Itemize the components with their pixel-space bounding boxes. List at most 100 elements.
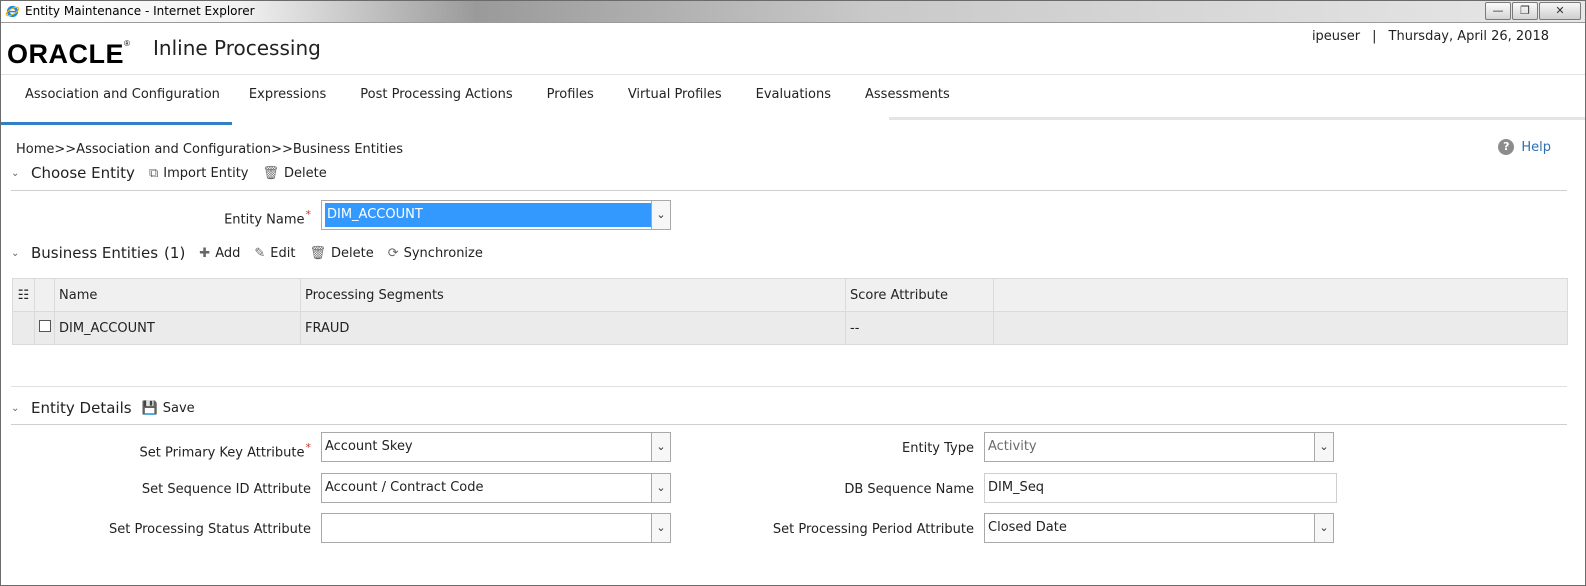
table-header-row: ☷ Name Processing Segments Score Attribu… xyxy=(12,278,1568,312)
processing-period-label: Set Processing Period Attribute xyxy=(772,522,974,537)
entity-name-label: Entity Name* xyxy=(224,208,311,228)
edit-label: Edit xyxy=(270,245,296,261)
floppy-disk-icon: 💾 xyxy=(141,400,158,416)
processing-period-value: Closed Date xyxy=(988,520,1067,535)
import-entity-button[interactable]: ⧉ Import Entity xyxy=(149,166,249,181)
choose-entity-header: ⌄ Choose Entity ⧉ Import Entity 🗑 Delete xyxy=(11,164,341,182)
minimize-icon[interactable]: — xyxy=(1485,2,1511,20)
primary-key-value: Account Skey xyxy=(325,439,413,454)
column-header-filler xyxy=(993,278,1568,312)
chevron-down-icon[interactable]: ⌄ xyxy=(651,433,670,461)
tab-post-processing-actions[interactable]: Post Processing Actions xyxy=(343,75,529,125)
delete-label: Delete xyxy=(330,245,374,261)
plus-icon: ✚ xyxy=(199,245,211,261)
business-entities-header: ⌄ Business Entities (1) ✚ Add ✎ Edit 🗑 D… xyxy=(11,244,497,262)
entity-type-label: Entity Type xyxy=(902,441,974,456)
business-entities-title: Business Entities xyxy=(31,244,159,262)
entity-type-select[interactable]: Activity ⌄ xyxy=(984,432,1334,462)
close-icon[interactable]: ✕ xyxy=(1539,2,1581,20)
processing-status-label: Set Processing Status Attribute xyxy=(109,522,311,537)
help-label: Help xyxy=(1521,139,1551,155)
pencil-icon: ✎ xyxy=(254,245,266,261)
help-icon: ? xyxy=(1498,139,1515,155)
oracle-logo: ORACLE® xyxy=(7,39,131,69)
column-header-name[interactable]: Name xyxy=(54,278,301,312)
tab-virtual-profiles[interactable]: Virtual Profiles xyxy=(611,75,739,125)
add-button[interactable]: ✚ Add xyxy=(199,246,240,261)
sequence-id-select[interactable]: Account / Contract Code ⌄ xyxy=(321,473,671,503)
sequence-id-value: Account / Contract Code xyxy=(325,480,484,495)
processing-period-select[interactable]: Closed Date ⌄ xyxy=(984,513,1334,543)
save-label: Save xyxy=(162,400,195,416)
cell-filler xyxy=(993,311,1568,345)
tab-association-and-configuration[interactable]: Association and Configuration xyxy=(1,75,232,125)
chevron-down-icon[interactable]: ⌄ xyxy=(11,248,25,259)
breadcrumb[interactable]: Home>>Association and Configuration>>Bus… xyxy=(16,142,403,157)
entity-name-select[interactable]: DIM_ACCOUNT ⌄ xyxy=(321,200,671,230)
restore-icon[interactable]: ❐ xyxy=(1512,2,1538,20)
sync-icon: ⟳ xyxy=(387,245,399,261)
column-header-processing-segments[interactable]: Processing Segments xyxy=(300,278,846,312)
chevron-down-icon[interactable]: ⌄ xyxy=(11,403,25,414)
header-user-info: ipeuser | Thursday, April 26, 2018 xyxy=(1312,29,1549,44)
primary-key-select[interactable]: Account Skey ⌄ xyxy=(321,432,671,462)
db-sequence-name-input[interactable]: DIM_Seq xyxy=(984,473,1337,503)
db-sequence-name-label: DB Sequence Name xyxy=(844,482,974,497)
tab-evaluations[interactable]: Evaluations xyxy=(739,75,848,125)
browser-window: Entity Maintenance - Internet Explorer —… xyxy=(0,0,1586,586)
main-nav: Association and Configuration Expression… xyxy=(1,75,967,125)
entity-details-header: ⌄ Entity Details 💾 Save xyxy=(11,399,209,417)
entity-type-value: Activity xyxy=(988,439,1037,454)
chevron-down-icon[interactable]: ⌄ xyxy=(651,514,670,542)
edit-button[interactable]: ✎ Edit xyxy=(254,246,295,261)
internet-explorer-icon xyxy=(5,5,20,18)
chevron-down-icon[interactable]: ⌄ xyxy=(651,474,670,502)
add-label: Add xyxy=(215,245,241,261)
import-entity-label: Import Entity xyxy=(163,165,249,181)
cell-name: DIM_ACCOUNT xyxy=(54,311,301,345)
entity-details-divider xyxy=(11,424,1567,425)
trash-icon: 🗑 xyxy=(262,165,279,181)
help-link[interactable]: ? Help xyxy=(1498,139,1551,155)
delete-entity-label: Delete xyxy=(284,165,327,181)
business-entities-count: (1) xyxy=(164,244,186,262)
synchronize-button[interactable]: ⟳ Synchronize xyxy=(388,246,483,261)
sequence-id-label: Set Sequence ID Attribute xyxy=(141,482,311,497)
chevron-down-icon[interactable]: ⌄ xyxy=(11,168,25,179)
trash-icon: 🗑 xyxy=(309,245,326,261)
app-name: Inline Processing xyxy=(153,36,321,60)
column-header-score-attribute[interactable]: Score Attribute xyxy=(845,278,994,312)
username: ipeuser xyxy=(1311,29,1361,44)
table-row[interactable]: DIM_ACCOUNT FRAUD -- xyxy=(12,311,1568,345)
save-button[interactable]: 💾 Save xyxy=(142,401,195,416)
row-checkbox[interactable] xyxy=(34,311,55,345)
entity-name-value: DIM_ACCOUNT xyxy=(325,203,651,227)
primary-key-label: Set Primary Key Attribute* xyxy=(139,441,311,461)
hierarchy-icon[interactable]: ☷ xyxy=(12,278,35,312)
cell-processing-segments: FRAUD xyxy=(300,311,846,345)
nav-underline xyxy=(889,117,1585,120)
title-bar: Entity Maintenance - Internet Explorer —… xyxy=(1,1,1585,23)
chevron-down-icon[interactable]: ⌄ xyxy=(651,201,670,229)
synchronize-label: Synchronize xyxy=(403,245,483,261)
tab-profiles[interactable]: Profiles xyxy=(530,75,611,125)
chevron-down-icon[interactable]: ⌄ xyxy=(1314,433,1333,461)
choose-entity-title: Choose Entity xyxy=(31,164,135,182)
window-controls: — ❐ ✕ xyxy=(1484,2,1581,20)
business-entities-table: ☷ Name Processing Segments Score Attribu… xyxy=(12,278,1568,345)
chevron-down-icon[interactable]: ⌄ xyxy=(1314,514,1333,542)
choose-entity-divider xyxy=(11,190,1567,191)
delete-entity-button[interactable]: 🗑 Delete xyxy=(262,166,326,181)
select-column-header xyxy=(34,278,55,312)
tab-expressions[interactable]: Expressions xyxy=(232,75,343,125)
window-title: Entity Maintenance - Internet Explorer xyxy=(25,4,255,18)
processing-status-select[interactable]: ⌄ xyxy=(321,513,671,543)
delete-button[interactable]: 🗑 Delete xyxy=(309,246,373,261)
row-spacer xyxy=(12,311,35,345)
header-separator: | xyxy=(1372,29,1377,44)
import-icon: ⧉ xyxy=(148,165,159,181)
current-date: Thursday, April 26, 2018 xyxy=(1388,29,1549,44)
entity-details-title: Entity Details xyxy=(31,399,132,417)
table-bottom-divider xyxy=(11,386,1567,387)
cell-score-attribute: -- xyxy=(845,311,994,345)
